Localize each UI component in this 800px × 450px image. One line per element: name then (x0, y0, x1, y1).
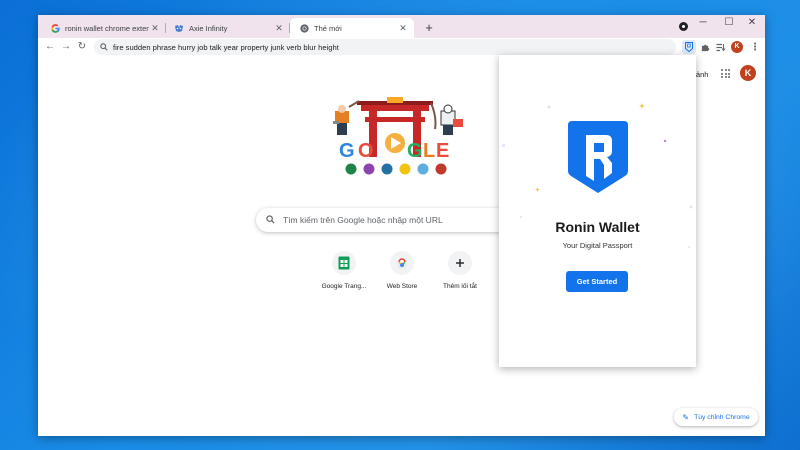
ronin-logo-icon (568, 121, 628, 193)
reading-list-icon[interactable] (714, 40, 728, 54)
shortcut-label: Thêm lối tắt (443, 283, 477, 290)
chrome-web-store-icon (390, 251, 414, 275)
google-g-icon (50, 23, 60, 33)
shortcut-label: Google Trang... (321, 283, 367, 290)
media-control-icon[interactable] (679, 22, 688, 31)
ronin-extension-icon[interactable] (682, 40, 696, 54)
browser-toolbar: ← → ↻ fire sudden phrase hurry job talk … (38, 38, 765, 56)
add-shortcut-button[interactable]: Thêm lối tắt (430, 251, 490, 290)
sparkle-icon (535, 187, 540, 192)
doodle-badge-6 (435, 163, 447, 175)
shortcut-web-store[interactable]: Web Store (372, 251, 432, 290)
back-button[interactable]: ← (43, 40, 57, 54)
profile-avatar[interactable]: K (731, 41, 743, 53)
search-icon (100, 38, 108, 56)
doodle-badge-5 (417, 163, 429, 175)
doodle-letter-o: O (358, 140, 374, 162)
close-icon[interactable]: ✕ (397, 23, 409, 34)
axie-icon (174, 23, 184, 33)
tab-axie-infinity[interactable]: Axie Infinity ✕ (166, 18, 290, 38)
doodle-badge-3 (381, 163, 393, 175)
tab-strip: ronin wallet chrome extension - Go ✕ Axi… (38, 15, 765, 38)
minimize-button[interactable]: ─ (690, 15, 716, 33)
ntp-profile-avatar[interactable]: K (740, 65, 756, 81)
get-started-button[interactable]: Get Started (566, 271, 628, 292)
sparkle-icon (501, 143, 506, 148)
tab-title: Axie Infinity (189, 23, 228, 33)
search-placeholder: Tìm kiếm trên Google hoặc nhập một URL (283, 215, 443, 225)
tab-title: Thẻ mới (314, 23, 342, 33)
close-icon[interactable]: ✕ (149, 23, 161, 34)
google-apps-icon[interactable] (721, 69, 730, 78)
close-icon[interactable]: ✕ (273, 23, 285, 34)
shortcut-label: Web Store (386, 283, 418, 290)
customize-chrome-button[interactable]: ✎ Tùy chỉnh Chrome (674, 408, 758, 426)
chrome-icon (299, 23, 309, 33)
tab-ronin-search[interactable]: ronin wallet chrome extension - Go ✕ (42, 18, 166, 38)
doodle-letter-e: E (436, 140, 449, 162)
ronin-wallet-popup: Ronin Wallet Your Digital Passport Get S… (499, 55, 696, 367)
omnibox[interactable]: fire sudden phrase hurry job talk year p… (94, 39, 676, 55)
doodle-badge-4 (399, 163, 411, 175)
sparkle-icon (663, 139, 667, 143)
shortcut-google-sheets[interactable]: Google Trang... (314, 251, 374, 290)
extensions-puzzle-icon[interactable] (698, 40, 712, 54)
new-tab-button[interactable]: + (421, 20, 437, 36)
omnibox-text[interactable]: fire sudden phrase hurry job talk year p… (113, 43, 339, 52)
ntp-search-box[interactable]: Tìm kiếm trên Google hoặc nhập một URL (256, 208, 530, 232)
pencil-icon: ✎ (682, 412, 690, 422)
close-window-button[interactable]: ✕ (739, 15, 765, 33)
chrome-window: ronin wallet chrome extension - Go ✕ Axi… (38, 15, 765, 436)
ronin-wallet-title: Ronin Wallet (555, 219, 640, 235)
doodle-character-left (333, 100, 360, 135)
customize-label: Tùy chỉnh Chrome (694, 413, 750, 421)
reload-button[interactable]: ↻ (75, 40, 89, 54)
plus-icon (448, 251, 472, 275)
doodle-character-right (430, 102, 463, 135)
google-doodle[interactable]: G O G L E (331, 97, 466, 177)
sparkle-icon (689, 205, 693, 209)
sparkle-icon (639, 103, 645, 109)
menu-kebab-icon[interactable]: ⋮ (748, 40, 762, 54)
doodle-letter-l: L (423, 140, 435, 162)
sparkle-icon (547, 105, 551, 109)
doodle-badge-2 (363, 163, 375, 175)
search-icon (266, 211, 275, 229)
tab-new-tab[interactable]: Thẻ mới ✕ (290, 18, 414, 38)
tab-title: ronin wallet chrome extension - Go (65, 23, 149, 33)
doodle-badge-1 (345, 163, 357, 175)
doodle-letter-g: G (339, 140, 355, 162)
ronin-wallet-subtitle: Your Digital Passport (562, 241, 633, 250)
google-sheets-icon (332, 251, 356, 275)
forward-button[interactable]: → (59, 40, 73, 54)
doodle-letter-g2: G (407, 140, 423, 162)
